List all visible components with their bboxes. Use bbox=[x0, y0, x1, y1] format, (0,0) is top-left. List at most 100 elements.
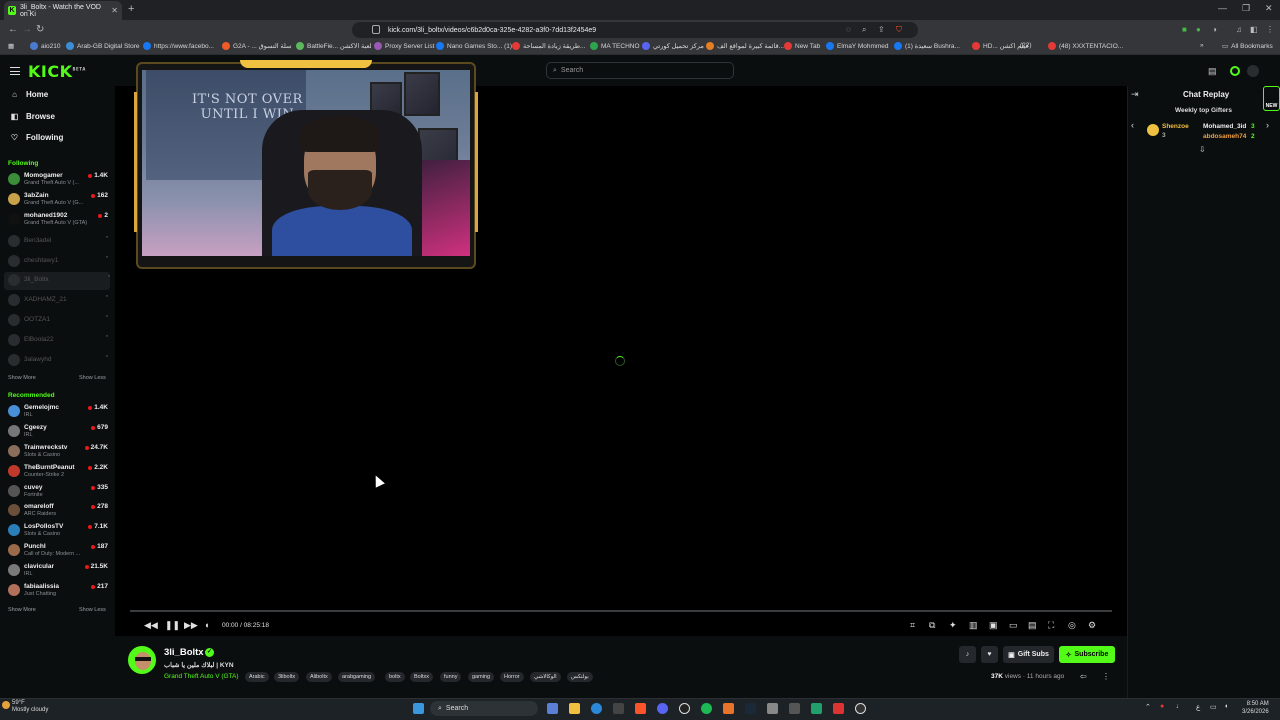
tag[interactable]: Arabic bbox=[245, 672, 269, 682]
bookmark-item[interactable]: G2A - ... سلة التسوق bbox=[222, 42, 292, 50]
notifications-icon[interactable]: ▤ bbox=[1208, 66, 1217, 77]
pip-icon[interactable]: ▣ bbox=[989, 620, 998, 631]
video-progress-bar[interactable] bbox=[130, 610, 1112, 612]
gifters-next-icon[interactable]: › bbox=[1266, 120, 1269, 130]
more-options-icon[interactable]: ⋮ bbox=[1102, 672, 1110, 681]
share-icon[interactable]: ⇪ bbox=[878, 25, 885, 34]
channel-avatar[interactable] bbox=[128, 646, 156, 674]
bookmark-item[interactable]: (22) bbox=[1020, 42, 1032, 49]
settings-gear-icon[interactable]: ⚙ bbox=[1088, 620, 1096, 631]
speed-icon[interactable]: ◎ bbox=[1068, 620, 1076, 631]
store-icon[interactable] bbox=[613, 703, 624, 714]
sidebar-channel[interactable]: LosPollosTV Slots & Casino 7.1K bbox=[8, 522, 108, 540]
taskbar-app-icon[interactable] bbox=[833, 703, 844, 714]
url-field[interactable]: kick.com/3li_boltx/videos/c6b2d0ca-325e-… bbox=[352, 22, 918, 38]
bookmark-item[interactable]: Nano Games Sto... (1) bbox=[436, 42, 512, 50]
forward-icon[interactable]: ▶▶ bbox=[184, 620, 198, 631]
tray-chevron-icon[interactable]: ⌃ bbox=[1145, 703, 1151, 711]
minimize-icon[interactable]: — bbox=[1218, 3, 1227, 13]
sidebar-channel[interactable]: mohaned1902 Grand Theft Auto V (GTA) 2 bbox=[8, 211, 108, 229]
sidebar-channel[interactable]: TheBurntPeanut Counter-Strike 2 2.2K bbox=[8, 463, 108, 481]
bookmark-item[interactable]: قائمة كبيرة لمواقع الف... bbox=[706, 42, 784, 50]
sidebar-channel-offline[interactable]: 3alawyhd ▪ bbox=[8, 352, 108, 370]
tag[interactable]: الوكالاشي bbox=[530, 672, 561, 682]
sidebar-channel[interactable]: PunchI Call of Duty: Modern ... 187 bbox=[8, 542, 108, 560]
forward-icon[interactable]: → bbox=[22, 24, 32, 35]
media-icon[interactable]: ♫ bbox=[1236, 25, 1242, 34]
sidebar-channel[interactable]: omareloff ARC Raiders 278 bbox=[8, 502, 108, 520]
site-info-icon[interactable] bbox=[372, 25, 380, 34]
sidebar-channel[interactable]: clavicular IRL 21.5K bbox=[8, 562, 108, 580]
crop-icon[interactable]: ⧉ bbox=[929, 620, 935, 631]
share-icon[interactable]: ⇦ bbox=[1080, 672, 1087, 681]
sidebar-toggle-icon[interactable]: ◧ bbox=[1250, 25, 1258, 34]
sidebar-channel-offline[interactable]: OOTZA1 ▪ bbox=[8, 312, 108, 330]
sidebar-channel-offline[interactable]: 3li_Boltx ▪ bbox=[4, 272, 110, 290]
bookmark-item[interactable]: طريقة زيادة المساحة... bbox=[512, 42, 585, 50]
bookmark-item[interactable]: Arab-GB Digital Store bbox=[66, 42, 140, 50]
show-more-following[interactable]: Show More bbox=[8, 375, 36, 381]
show-less-following[interactable]: Show Less bbox=[79, 375, 106, 381]
collapse-chat-icon[interactable]: ⇥ bbox=[1131, 89, 1139, 100]
bookmark-item[interactable]: New Tab bbox=[784, 42, 820, 50]
sidebar-channel[interactable]: Cgeezy IRL 679 bbox=[8, 423, 108, 441]
stats-icon[interactable]: ▥ bbox=[969, 620, 978, 631]
gifters-prev-icon[interactable]: ‹ bbox=[1131, 120, 1134, 130]
hamburger-menu-icon[interactable] bbox=[10, 67, 20, 75]
user-avatar[interactable] bbox=[1247, 65, 1259, 77]
sidebar-channel-offline[interactable]: cheshtawy1 ▪ bbox=[8, 253, 108, 271]
close-tab-icon[interactable]: ✕ bbox=[111, 6, 118, 15]
follow-button[interactable]: ♥ bbox=[981, 646, 998, 663]
taskbar-app-icon[interactable] bbox=[789, 703, 800, 714]
microphone-icon[interactable]: ♩ bbox=[1176, 703, 1183, 710]
more-bookmarks-icon[interactable]: » bbox=[1200, 42, 1204, 49]
back-icon[interactable]: ← bbox=[8, 24, 18, 35]
notification-bell-button[interactable]: ♪ bbox=[959, 646, 976, 663]
all-bookmarks[interactable]: ▭ All Bookmarks bbox=[1222, 42, 1273, 51]
theater-icon[interactable]: ▭ bbox=[1009, 620, 1018, 631]
bookmark-item[interactable]: مركز تحميل كورتي bbox=[642, 42, 704, 50]
gifter-name[interactable]: Mohamed_3id bbox=[1203, 123, 1246, 130]
kick-coins-icon[interactable] bbox=[1230, 66, 1240, 76]
spotify-icon[interactable] bbox=[701, 703, 712, 714]
bookmark-item[interactable]: (1) سعيدة Bushra... bbox=[894, 42, 960, 50]
tag[interactable]: arabgaming bbox=[338, 672, 376, 682]
file-explorer-icon[interactable] bbox=[569, 703, 580, 714]
sidebar-channel[interactable]: Momogamer Grand Theft Auto V (... 1.4K bbox=[8, 171, 108, 189]
pause-icon[interactable]: ❚❚ bbox=[165, 620, 180, 631]
nav-browse[interactable]: ◧ Browse bbox=[10, 112, 55, 121]
gift-subs-button[interactable]: ▣ Gift Subs bbox=[1003, 646, 1054, 663]
tag[interactable]: Horror bbox=[500, 672, 524, 682]
apps-icon[interactable]: ▦ bbox=[8, 42, 14, 50]
show-less-recommended[interactable]: Show Less bbox=[79, 607, 106, 613]
bookmark-item[interactable]: MA TECHNO bbox=[590, 42, 640, 50]
bookmark-item[interactable]: https://www.facebo... bbox=[143, 42, 214, 50]
subscribe-button[interactable]: ✧ Subscribe bbox=[1059, 646, 1115, 663]
speaker-icon[interactable]: ◖ bbox=[1224, 703, 1228, 710]
eye-off-icon[interactable]: ◌ bbox=[846, 25, 851, 34]
taskbar-search[interactable]: ⌕ Search bbox=[430, 701, 538, 716]
language-icon[interactable]: ع bbox=[1196, 703, 1200, 711]
stream-category[interactable]: Grand Theft Auto V (GTA) bbox=[164, 673, 239, 680]
tag[interactable]: gaming bbox=[468, 672, 495, 682]
taskbar-app-icon[interactable] bbox=[547, 703, 558, 714]
channel-username[interactable]: 3li_Boltx bbox=[164, 647, 204, 658]
sidebar-channel[interactable]: Trainwreckstv Slots & Casino 24.7K bbox=[8, 443, 108, 461]
tray-app-icon[interactable]: ● bbox=[1160, 703, 1164, 710]
extension-2-icon[interactable]: ● bbox=[1196, 25, 1201, 34]
sidebar-channel[interactable]: Gemelojmc IRL 1.4K bbox=[8, 403, 108, 421]
weather-widget[interactable]: 59°F Mostly cloudy bbox=[12, 700, 48, 714]
taskbar-app-icon[interactable] bbox=[811, 703, 822, 714]
taskbar-app-icon[interactable] bbox=[723, 703, 734, 714]
nav-following[interactable]: ♡ Following bbox=[10, 133, 63, 142]
bookmark-item[interactable]: aio210 bbox=[30, 42, 61, 50]
settings-icon[interactable] bbox=[767, 703, 778, 714]
tag[interactable]: Boltxx bbox=[410, 672, 433, 682]
fullscreen-icon[interactable]: ⛶ bbox=[1048, 620, 1054, 631]
new-feature-badge[interactable]: NEW bbox=[1263, 86, 1280, 111]
edge-icon[interactable] bbox=[591, 703, 602, 714]
volume-icon[interactable]: ◖ bbox=[204, 620, 209, 630]
captions-icon[interactable]: ▤ bbox=[1028, 620, 1037, 631]
gifter-name[interactable]: abdosameh74 bbox=[1203, 133, 1246, 140]
gifter-name[interactable]: Shenzoe bbox=[1162, 123, 1189, 130]
